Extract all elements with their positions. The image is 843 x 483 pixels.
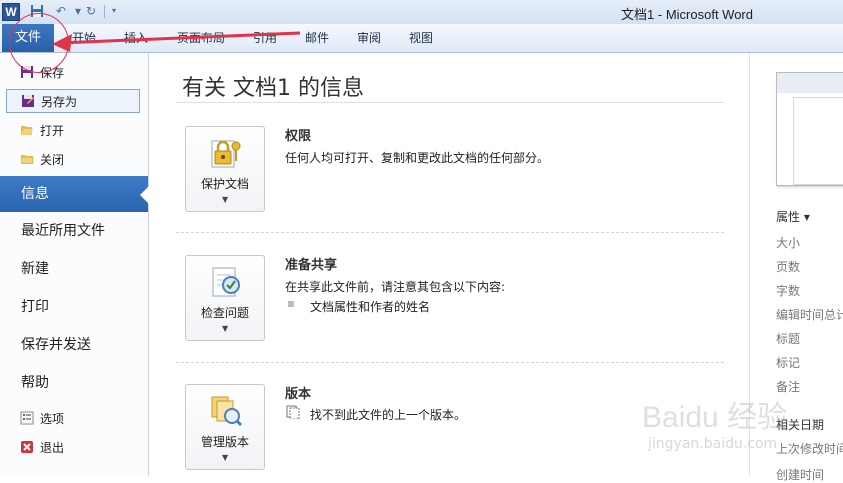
baidu-watermark-url: jingyan.baidu.com xyxy=(648,436,778,452)
baidu-watermark: Baidu 经验 xyxy=(642,401,788,434)
